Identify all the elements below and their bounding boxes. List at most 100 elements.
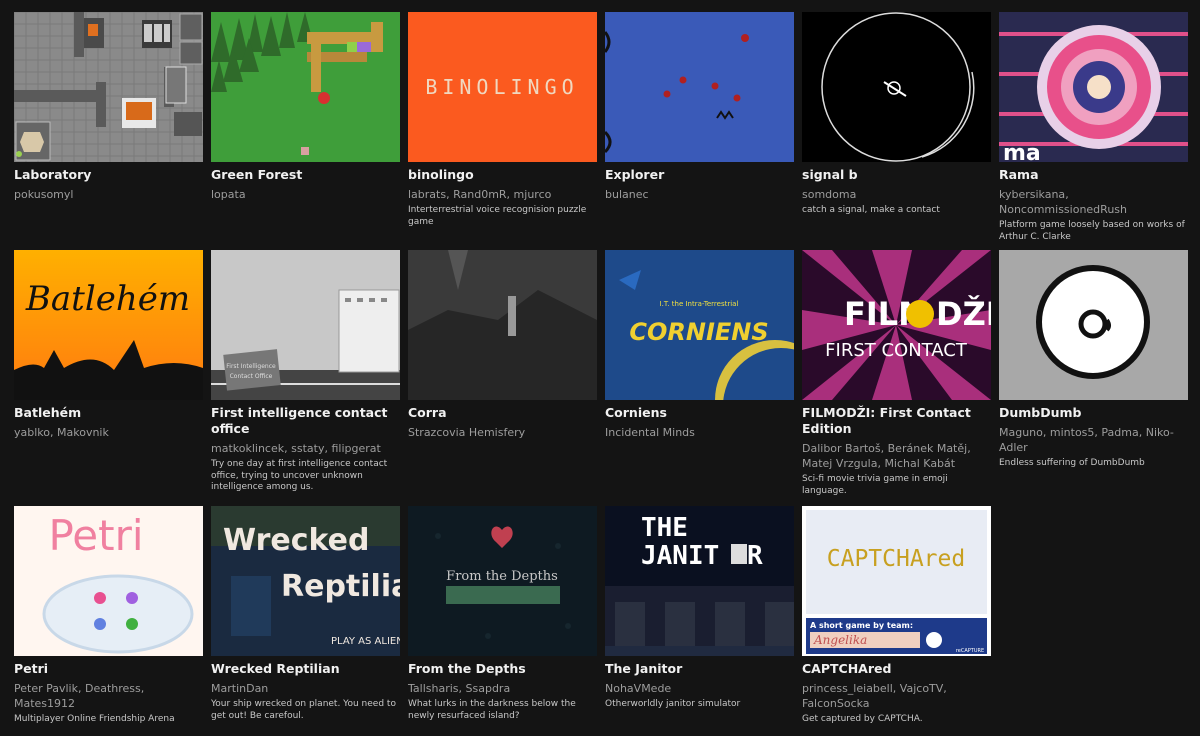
game-thumbnail[interactable]: THE JANIT R: [605, 506, 794, 656]
author-link[interactable]: Mates1912: [14, 697, 75, 710]
author-link[interactable]: Dalibor Bartoš: [802, 442, 881, 455]
author-link[interactable]: Michal Kabát: [884, 457, 955, 470]
author-link[interactable]: somdoma: [802, 188, 856, 201]
author-link[interactable]: filipgerat: [331, 442, 380, 455]
author-link[interactable]: kybersikana: [999, 188, 1065, 201]
thumbnail-text: JANIT: [641, 541, 719, 571]
game-thumbnail[interactable]: [605, 12, 794, 162]
game-card[interactable]: DumbDumb Maguno, mintos5, Padma, Niko-Adl…: [999, 250, 1188, 506]
game-title[interactable]: Green Forest: [211, 167, 400, 183]
game-authors: lopata: [211, 187, 400, 202]
author-link[interactable]: FalconSocka: [802, 697, 870, 710]
game-card[interactable]: Wrecked Reptilian PLAY AS ALIEN! Wrecked…: [211, 506, 400, 736]
game-card[interactable]: Laboratory pokusomyl: [14, 12, 203, 250]
thumbnail-art: I.T. the Intra-Terrestrial CORNIENS: [605, 250, 794, 400]
game-description: Endless suffering of DumbDumb: [999, 458, 1145, 468]
author-link[interactable]: princess_leiabell: [802, 682, 893, 695]
author-link[interactable]: Deathress: [85, 682, 141, 695]
author-link[interactable]: Maguno: [999, 426, 1043, 439]
game-card[interactable]: First Intelligence Contact Office First …: [211, 250, 400, 506]
author-link[interactable]: Rand0mR: [453, 188, 506, 201]
game-title[interactable]: Wrecked Reptilian: [211, 661, 400, 677]
game-title[interactable]: Rama: [999, 167, 1188, 183]
game-title[interactable]: signal b: [802, 167, 991, 183]
author-link[interactable]: bulanec: [605, 188, 649, 201]
game-card[interactable]: From the Depths From the Depths Tallshari…: [408, 506, 597, 736]
game-title[interactable]: The Janitor: [605, 661, 794, 677]
game-thumbnail[interactable]: [211, 12, 400, 162]
author-link[interactable]: pokusomyl: [14, 188, 73, 201]
game-thumbnail[interactable]: First Intelligence Contact Office: [211, 250, 400, 400]
game-thumbnail[interactable]: Petri: [14, 506, 203, 656]
game-title[interactable]: Laboratory: [14, 167, 203, 183]
author-separator: ,: [892, 682, 900, 695]
game-thumbnail[interactable]: [999, 250, 1188, 400]
game-title[interactable]: Batlehém: [14, 405, 203, 421]
author-link[interactable]: matkoklincek: [211, 442, 284, 455]
author-link[interactable]: Beránek Matěj: [888, 442, 968, 455]
game-card[interactable]: CAPTCHAred A short game by team: Angelik…: [802, 506, 991, 736]
author-link[interactable]: labrats: [408, 188, 446, 201]
game-title[interactable]: First intelligence contact office: [211, 405, 400, 437]
game-card[interactable]: THE JANIT R The Janitor NohaVMede Otherwor…: [605, 506, 794, 736]
thumbnail-text: FIRST CONTACT: [825, 340, 968, 361]
thumbnail-text: Petri: [48, 511, 143, 560]
game-thumbnail[interactable]: [408, 250, 597, 400]
author-link[interactable]: Ssapdra: [466, 682, 511, 695]
author-link[interactable]: NohaVMede: [605, 682, 671, 695]
author-link[interactable]: mjurco: [514, 188, 552, 201]
author-link[interactable]: Peter Pavlik: [14, 682, 78, 695]
game-title[interactable]: Explorer: [605, 167, 794, 183]
game-authors: Peter Pavlik, Deathress, Mates1912: [14, 681, 203, 711]
author-link[interactable]: Matej Vrzgula: [802, 457, 877, 470]
author-link[interactable]: yablko: [14, 426, 50, 439]
thumbnail-art: BINOLINGO: [408, 12, 597, 162]
game-authors: bulanec: [605, 187, 794, 202]
author-link[interactable]: Padma: [1101, 426, 1138, 439]
game-title[interactable]: Corra: [408, 405, 597, 421]
author-link[interactable]: Makovnik: [57, 426, 109, 439]
game-title[interactable]: FILMODŽI: First Contact Edition: [802, 405, 991, 437]
game-title[interactable]: Corniens: [605, 405, 794, 421]
author-link[interactable]: Tallsharis: [408, 682, 459, 695]
game-thumbnail[interactable]: FILM DŽI FIRST CONTACT: [802, 250, 991, 400]
author-link[interactable]: mintos5: [1050, 426, 1095, 439]
game-authors: NohaVMede: [605, 681, 794, 696]
author-link[interactable]: lopata: [211, 188, 246, 201]
game-card[interactable]: ma Rama kybersikana, NoncommissionedRush P…: [999, 12, 1188, 250]
game-thumbnail[interactable]: [802, 12, 991, 162]
game-card[interactable]: signal b somdoma catch a signal, make a co…: [802, 12, 991, 250]
thumbnail-text: CORNIENS: [629, 318, 768, 346]
author-link[interactable]: Strazcovia Hemisfery: [408, 426, 525, 439]
author-separator: ,: [943, 682, 947, 695]
author-link[interactable]: VajcoTV: [900, 682, 944, 695]
game-thumbnail[interactable]: Batlehém: [14, 250, 203, 400]
game-title[interactable]: CAPTCHAred: [802, 661, 991, 677]
game-card[interactable]: Green Forest lopata: [211, 12, 400, 250]
game-card[interactable]: BINOLINGO binolingo labrats, Rand0mR, mju…: [408, 12, 597, 250]
game-title[interactable]: From the Depths: [408, 661, 597, 677]
author-link[interactable]: MartinDan: [211, 682, 268, 695]
author-link[interactable]: Incidental Minds: [605, 426, 695, 439]
game-thumbnail[interactable]: BINOLINGO: [408, 12, 597, 162]
game-thumbnail[interactable]: From the Depths: [408, 506, 597, 656]
game-thumbnail[interactable]: [14, 12, 203, 162]
author-link[interactable]: sstaty: [291, 442, 324, 455]
game-thumbnail[interactable]: ma: [999, 12, 1188, 162]
author-link[interactable]: NoncommissionedRush: [999, 203, 1127, 216]
game-card[interactable]: Explorer bulanec: [605, 12, 794, 250]
game-title[interactable]: DumbDumb: [999, 405, 1188, 421]
game-thumbnail[interactable]: Wrecked Reptilian PLAY AS ALIEN!: [211, 506, 400, 656]
game-card[interactable]: FILM DŽI FIRST CONTACT FILMODŽI: First C…: [802, 250, 991, 506]
game-title[interactable]: binolingo: [408, 167, 597, 183]
game-card[interactable]: Petri Petri Peter Pavlik, Deathress, Mate…: [14, 506, 203, 736]
game-card[interactable]: I.T. the Intra-Terrestrial CORNIENS Corn…: [605, 250, 794, 506]
game-card[interactable]: Batlehém Batlehém yablko, Makovnik: [14, 250, 203, 506]
game-thumbnail[interactable]: I.T. the Intra-Terrestrial CORNIENS: [605, 250, 794, 400]
author-separator: ,: [1065, 188, 1069, 201]
game-thumbnail[interactable]: CAPTCHAred A short game by team: Angelik…: [802, 506, 991, 656]
game-card[interactable]: Corra Strazcovia Hemisfery: [408, 250, 597, 506]
game-title[interactable]: Petri: [14, 661, 203, 677]
thumbnail-text: CAPTCHAred: [827, 546, 965, 572]
game-authors: princess_leiabell, VajcoTV, FalconSocka: [802, 681, 991, 711]
